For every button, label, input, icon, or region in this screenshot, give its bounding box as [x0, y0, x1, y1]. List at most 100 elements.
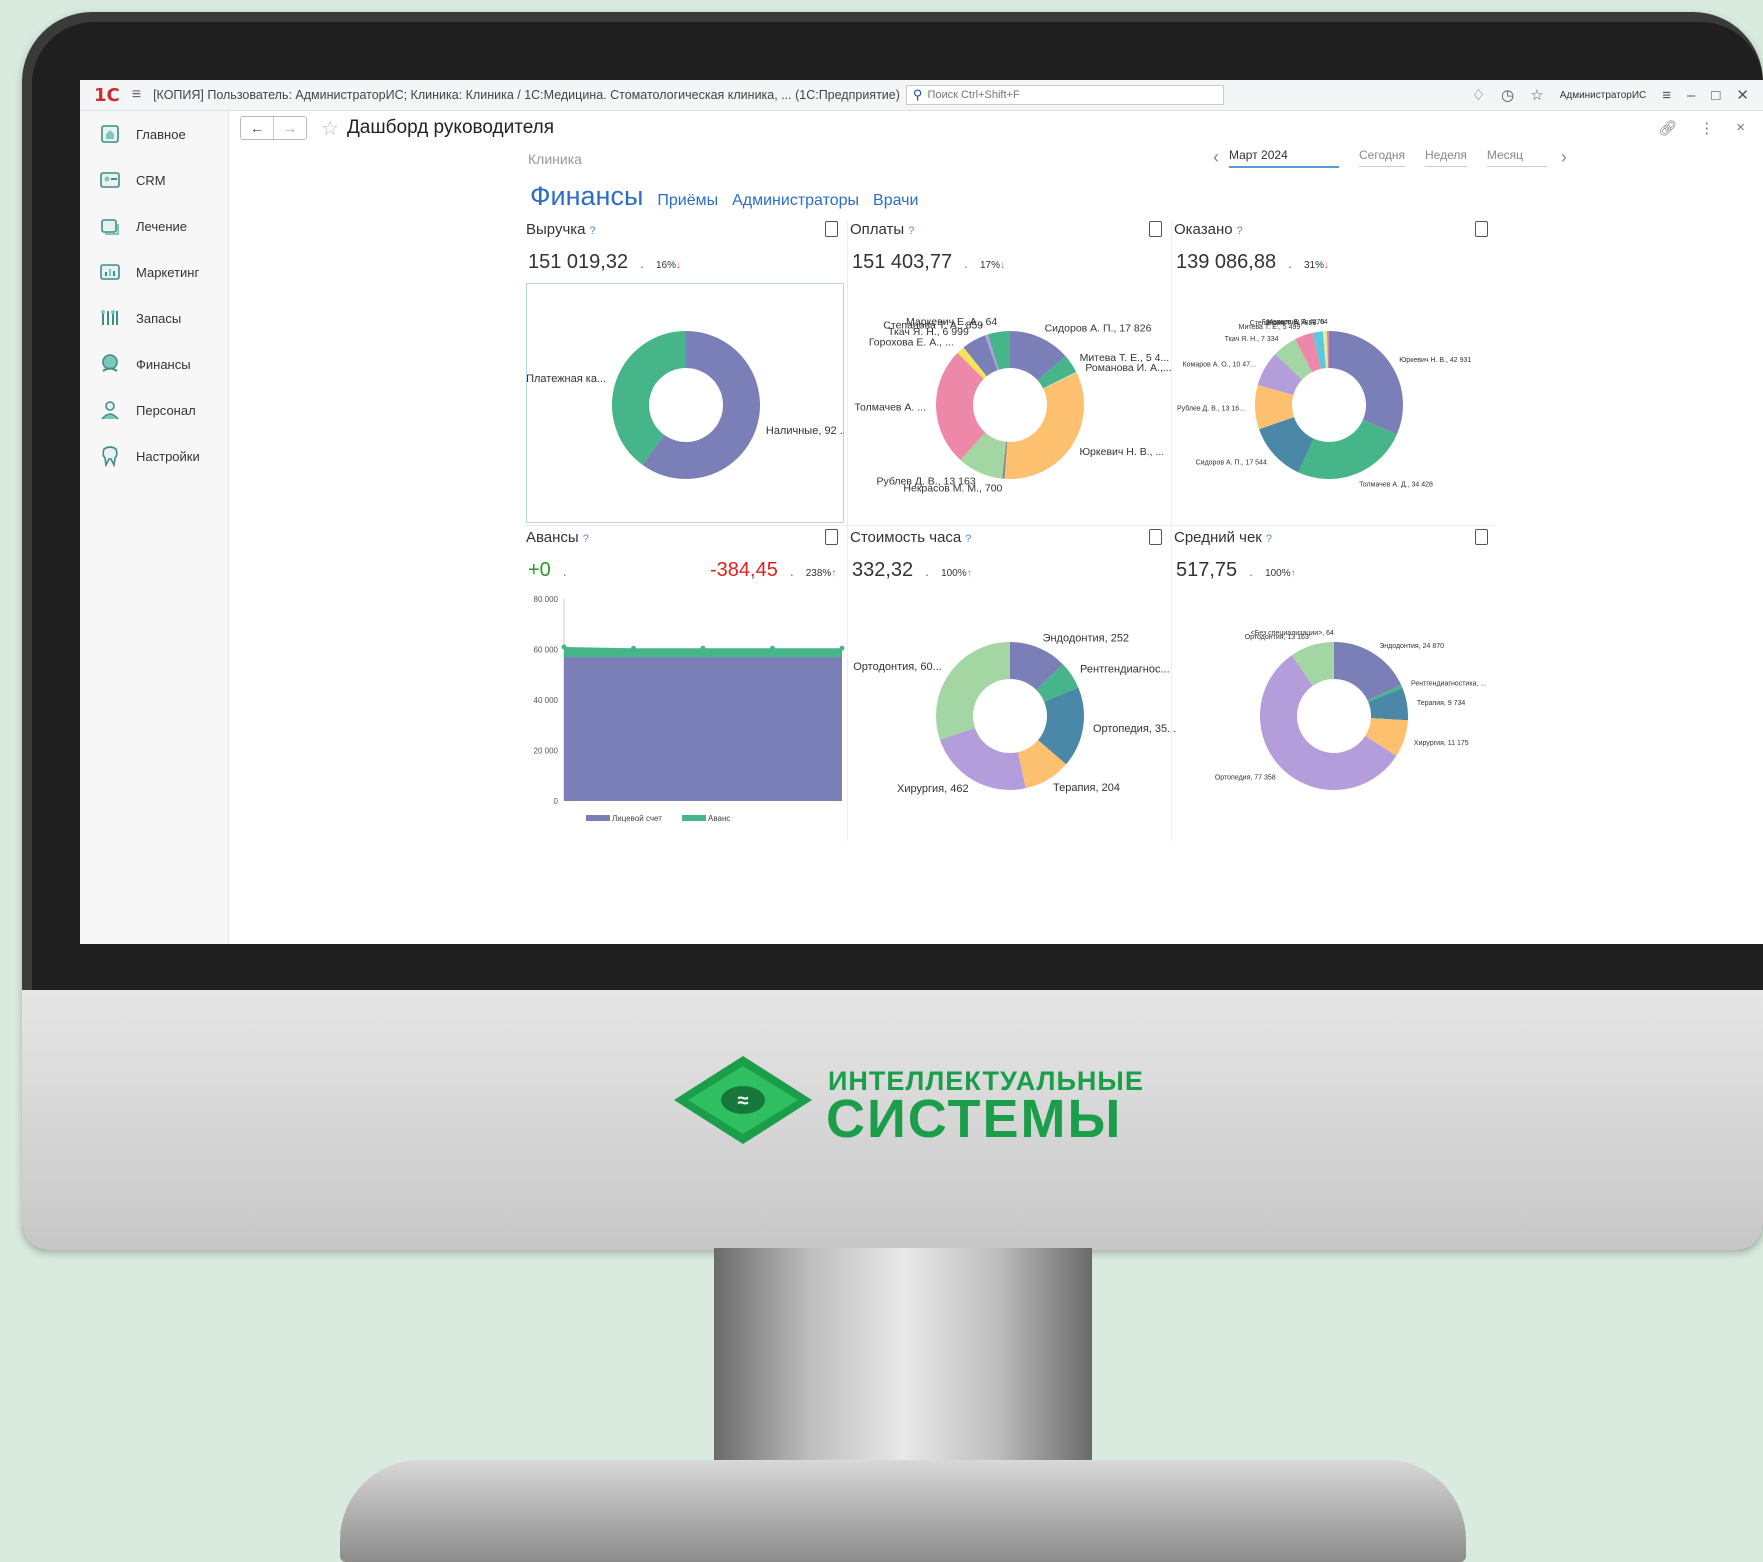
pie-slice[interactable] [1367, 684, 1403, 703]
pie-slice[interactable] [1333, 642, 1402, 702]
pie-slice[interactable] [1367, 688, 1408, 721]
period-prev-icon[interactable]: ‹ [1213, 147, 1219, 168]
pie-slice[interactable] [1035, 664, 1079, 703]
period-next-icon[interactable]: › [1561, 147, 1567, 168]
favorites-icon[interactable]: ☆ [1530, 86, 1543, 104]
sidebar-item-marketing[interactable]: Маркетинг [80, 249, 228, 295]
period-option-today[interactable]: Сегодня [1359, 148, 1405, 167]
panel-title: Средний чек? [1174, 529, 1272, 546]
pie-slice[interactable] [1291, 642, 1335, 687]
y-tick-label: 80 000 [534, 595, 559, 604]
slice-label: Рублев Д. В., 13 163 [876, 476, 975, 488]
pie-slice[interactable] [936, 642, 1011, 740]
tab-finance[interactable]: Финансы [530, 181, 643, 212]
menu-icon[interactable]: ≡ [132, 86, 141, 104]
sidebar-item-stock[interactable]: Запасы [80, 295, 228, 341]
back-arrow-icon[interactable]: ← [241, 117, 273, 139]
help-icon[interactable]: ? [583, 533, 589, 545]
tab-appointments[interactable]: Приёмы [657, 192, 718, 210]
help-icon[interactable]: ? [908, 225, 914, 237]
export-icon[interactable] [1475, 529, 1488, 545]
pie-slice[interactable] [1037, 687, 1084, 765]
pie-slice[interactable] [960, 431, 1007, 479]
sidebar-item-treatment[interactable]: Лечение [80, 203, 228, 249]
pie-slice[interactable] [963, 335, 999, 377]
avg-check-chart: Эндодонтия, 24 870 Рентгендиагностика, ..… [1215, 630, 1486, 790]
bell-icon[interactable]: ♢ [1472, 86, 1485, 104]
brand-chip-icon: ≈ [674, 1056, 812, 1144]
pie-slice[interactable] [1328, 331, 1403, 435]
help-icon[interactable]: ? [965, 533, 971, 545]
trend-down-icon: ↓ [676, 260, 682, 271]
pie-slice[interactable] [1259, 416, 1315, 473]
sidebar-item-staff[interactable]: Персонал [80, 387, 228, 433]
pie-slice[interactable] [1364, 717, 1408, 756]
export-icon[interactable] [1475, 221, 1488, 237]
tab-administrators[interactable]: Администраторы [732, 192, 859, 210]
pie-slice[interactable] [984, 334, 999, 371]
search-input[interactable] [925, 88, 1210, 102]
sidebar-item-finance[interactable]: Финансы [80, 341, 228, 387]
sidebar-item-crm[interactable]: CRM [80, 157, 228, 203]
data-point[interactable] [561, 644, 567, 650]
pie-slice[interactable] [936, 352, 986, 460]
search-icon[interactable]: ⚲ [913, 87, 923, 103]
period-selected[interactable]: Март 2024 [1229, 148, 1339, 168]
favorite-star-icon[interactable]: ☆ [321, 116, 339, 141]
rendered-chart: Юркевич Н. В., 42 931 Толмачев А. Д., 34 … [1177, 319, 1471, 488]
hour-cost-panel: Стоимость часа? 332,32. 100%↑ Эндодонтия,… [850, 529, 1176, 839]
tab-doctors[interactable]: Врачи [873, 192, 918, 210]
export-icon[interactable] [1149, 529, 1162, 545]
data-point[interactable] [770, 645, 775, 651]
minimize-icon[interactable]: – [1687, 87, 1695, 104]
pie-slice[interactable] [1037, 356, 1077, 389]
pie-slice[interactable] [1004, 372, 1084, 479]
pie-slice[interactable] [1312, 331, 1327, 369]
pie-slice[interactable] [939, 726, 1026, 790]
revenue-value: 151 019,32. 16%↓ [528, 251, 682, 273]
pie-slice[interactable] [1298, 418, 1397, 479]
restore-icon[interactable]: □ [1711, 87, 1720, 104]
pie-slice[interactable] [1016, 739, 1067, 789]
close-page-icon[interactable]: × [1736, 119, 1745, 137]
data-point[interactable] [631, 645, 636, 651]
advances-value: +0. -384,45. 238%↑ [528, 559, 837, 581]
period-option-month[interactable]: Месяц [1486, 148, 1547, 167]
pie-slice[interactable] [1295, 332, 1322, 373]
slice-label: Рублев Д. В., 13 16... [1177, 404, 1245, 412]
data-point[interactable] [700, 645, 706, 651]
help-icon[interactable]: ? [590, 225, 596, 237]
legend-label: Лицевой счет [612, 814, 662, 823]
slice-label: Наличные, 92 ... [766, 425, 844, 437]
pie-slice[interactable] [1009, 331, 1066, 382]
sidebar-item-home[interactable]: Главное [80, 111, 228, 157]
help-icon[interactable]: ? [1266, 533, 1272, 545]
settings-menu-icon[interactable]: ≡ [1662, 87, 1671, 104]
export-icon[interactable] [825, 221, 838, 237]
area-series-account[interactable] [564, 657, 842, 801]
export-icon[interactable] [825, 529, 838, 545]
close-icon[interactable]: ✕ [1736, 86, 1749, 104]
sidebar-item-settings[interactable]: Настройки [80, 433, 228, 479]
revenue-panel: Выручка? 151 019,32. 16%↓ Наличные, 92 ..… [526, 221, 844, 523]
pie-slice[interactable] [987, 331, 1011, 370]
more-icon[interactable]: ⋮ [1699, 119, 1714, 137]
period-option-week[interactable]: Неделя [1425, 148, 1467, 167]
rendered-panel: Оказано? 139 086,88. 31%↓ Юркевич Н. В., … [1174, 221, 1494, 521]
export-icon[interactable] [1149, 221, 1162, 237]
grid-divider [526, 525, 1494, 526]
forward-arrow-icon[interactable]: → [273, 117, 306, 139]
data-point[interactable] [839, 645, 845, 651]
slice-label: Маркевич Е. А., 64 [906, 316, 997, 328]
pie-slice[interactable] [957, 347, 987, 380]
pie-slice[interactable] [1009, 642, 1063, 691]
app-logo[interactable]: 1С [94, 85, 120, 106]
help-icon[interactable]: ? [1237, 225, 1243, 237]
user-name[interactable]: АдминистраторИС [1560, 90, 1647, 101]
history-icon[interactable]: ◷ [1501, 86, 1514, 104]
search-box[interactable]: ⚲ [905, 85, 1224, 105]
link-icon[interactable]: 🔗︎ [1658, 119, 1677, 137]
pie-slice[interactable] [1275, 339, 1313, 381]
pie-slice[interactable] [1257, 354, 1303, 396]
pie-slice[interactable] [1255, 384, 1295, 430]
